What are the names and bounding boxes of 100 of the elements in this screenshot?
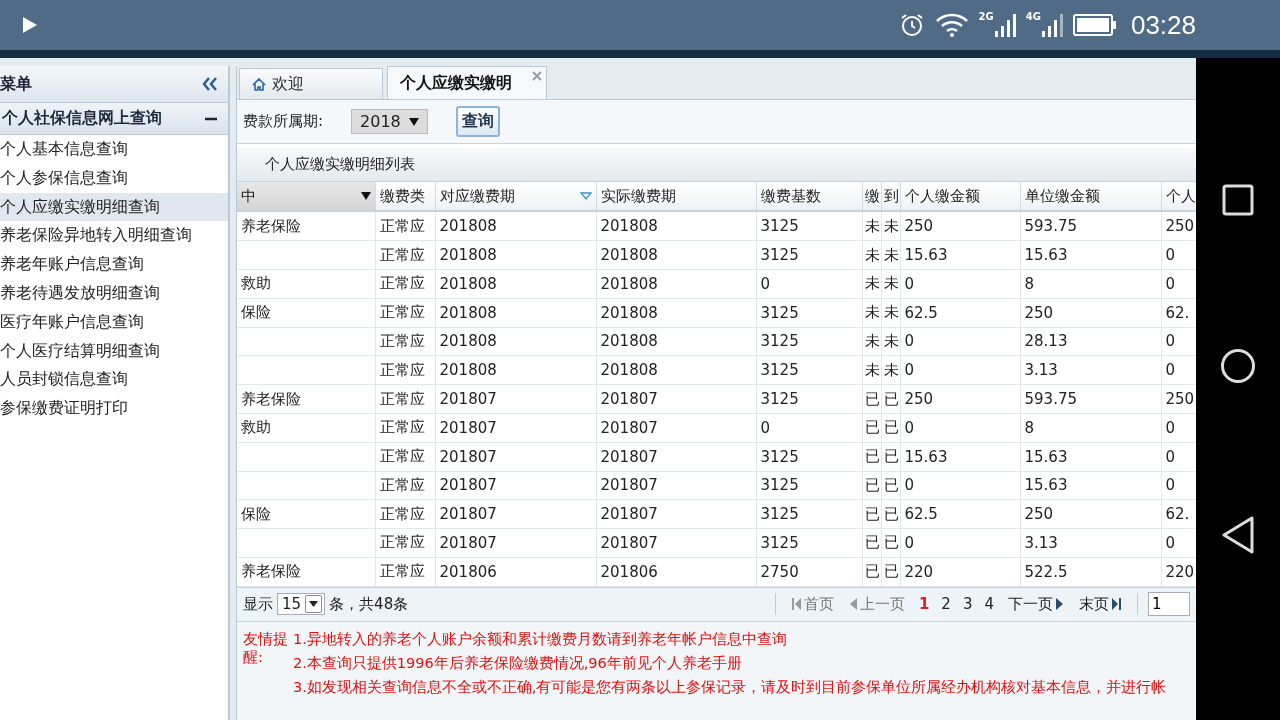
table-cell: 未 xyxy=(864,216,880,235)
menu-item[interactable]: 医疗年账户信息查询 xyxy=(0,307,228,337)
table-cell: 未 xyxy=(883,274,899,293)
table-cell: 201807 xyxy=(600,505,658,524)
page-number-link[interactable]: 4 xyxy=(984,595,994,614)
sidebar-title: 菜单 xyxy=(0,73,32,95)
table-cell: 0 xyxy=(1165,274,1176,293)
table-cell: 正常应 xyxy=(379,533,425,552)
tab[interactable]: 个人应缴实缴明 xyxy=(387,66,547,99)
column-header[interactable]: 个人缴金额 xyxy=(900,182,1020,212)
table-cell: 正常应 xyxy=(379,418,425,437)
table-cell: 15.63 xyxy=(1024,246,1068,264)
table-cell: 未 xyxy=(864,331,880,350)
table-cell: 正常应 xyxy=(379,360,425,379)
menu-item[interactable]: 人员封锁信息查询 xyxy=(0,365,228,395)
table-cell: 0 xyxy=(1165,476,1176,495)
page-input-field[interactable]: 1 xyxy=(1148,592,1190,617)
table-cell: 正常应 xyxy=(379,331,425,350)
menu-item[interactable]: 个人参保信息查询 xyxy=(0,163,228,193)
table-cell: 3125 xyxy=(760,534,799,552)
last-page-link[interactable]: 末页 xyxy=(1079,594,1121,614)
table-cell: 220 xyxy=(1165,562,1195,581)
back-icon[interactable] xyxy=(1221,516,1255,554)
clock-time: 03:28 xyxy=(1130,9,1196,41)
table-cell: 未 xyxy=(864,360,880,379)
table-cell: 28.13 xyxy=(1024,332,1068,351)
table-cell: 250 xyxy=(1165,217,1195,236)
query-button[interactable]: 查询 xyxy=(455,106,500,138)
menu-item[interactable]: 养老保险异地转入明细查询 xyxy=(0,221,228,251)
table-cell: 养老保险 xyxy=(241,562,301,581)
notice-text: 1.异地转入的养老个人账户余额和累计缴费月数请到养老年帐户信息中查询 xyxy=(293,629,788,648)
left-triangle-icon xyxy=(849,598,857,611)
table-cell: 3125 xyxy=(760,217,799,236)
column-header[interactable]: 个人 xyxy=(1161,182,1196,212)
table-cell: 3.13 xyxy=(1024,361,1058,380)
table-cell: 0 xyxy=(1165,361,1176,380)
page-number-link[interactable]: 1 xyxy=(918,595,930,614)
menu-item[interactable]: 养老待遇发放明细查询 xyxy=(0,279,228,308)
table-cell: 201807 xyxy=(600,476,658,495)
column-header[interactable]: 中 xyxy=(237,182,375,212)
menu-item[interactable]: 个人应缴实缴明细查询 xyxy=(0,192,228,222)
table-cell: 201808 xyxy=(439,274,497,293)
column-header[interactable]: 缴费基数 xyxy=(756,182,862,212)
table-cell: 8 xyxy=(1024,274,1035,293)
table-cell: 已 xyxy=(883,533,899,552)
network-label: 4G xyxy=(1025,11,1041,22)
table-cell: 0 xyxy=(1165,246,1176,264)
table-cell: 保险 xyxy=(241,504,271,523)
network-label: 2G xyxy=(978,11,994,22)
table-cell: 250 xyxy=(1024,303,1054,322)
table-cell: 250 xyxy=(1165,390,1195,408)
signal-icon xyxy=(993,13,1016,37)
tab[interactable]: 欢迎 xyxy=(239,68,383,99)
menu-item[interactable]: 个人医疗结算明细查询 xyxy=(0,336,228,366)
table-cell: 养老保险 xyxy=(241,216,301,235)
table-cell: 未 xyxy=(864,303,880,322)
table-cell: 201807 xyxy=(600,418,658,437)
column-header[interactable]: 对应缴费期 xyxy=(435,182,596,212)
table-cell: 3125 xyxy=(760,476,799,495)
table-cell: 522.5 xyxy=(1024,562,1068,581)
recent-apps-icon[interactable] xyxy=(1222,184,1254,216)
right-triangle-icon xyxy=(1056,598,1063,611)
first-page-link[interactable]: 首页 xyxy=(791,594,834,614)
column-header[interactable]: 实际缴费期 xyxy=(596,182,756,212)
page-size-dropdown[interactable]: 15 xyxy=(277,593,326,616)
column-header[interactable]: 单位缴金额 xyxy=(1020,182,1161,212)
table-cell: 3125 xyxy=(760,332,799,351)
menu-item[interactable]: 养老年账户信息查询 xyxy=(0,250,228,279)
close-icon[interactable] xyxy=(532,71,542,81)
last-page-icon xyxy=(1112,598,1121,611)
menu-item[interactable]: 个人基本信息查询 xyxy=(0,135,228,164)
table-cell: 正常应 xyxy=(379,447,425,466)
table-cell: 未 xyxy=(864,274,880,293)
table-cell: 已 xyxy=(864,562,880,581)
table-cell: 0 xyxy=(1165,447,1176,466)
table-cell: 养老保险 xyxy=(241,389,301,408)
table-cell: 201807 xyxy=(600,390,658,408)
table-title: 个人应缴实缴明细列表 xyxy=(265,155,415,175)
table-cell: 3125 xyxy=(760,390,799,408)
table-cell: 201807 xyxy=(439,390,497,408)
next-page-link[interactable]: 下一页 xyxy=(1008,594,1063,614)
home-icon[interactable] xyxy=(1220,348,1256,384)
table-cell: 救助 xyxy=(241,274,271,293)
table-cell: 3125 xyxy=(760,246,799,264)
collapse-icon[interactable] xyxy=(202,77,218,91)
table-cell: 201807 xyxy=(439,418,497,437)
column-header[interactable]: 缴费类 xyxy=(375,182,435,212)
table-cell: 201807 xyxy=(439,447,497,466)
page-number-link[interactable]: 2 xyxy=(941,595,951,614)
menu-item[interactable]: 参保缴费证明打印 xyxy=(0,394,228,423)
table-cell: 保险 xyxy=(241,303,271,322)
table-cell: 3.13 xyxy=(1024,534,1058,552)
page-number-link[interactable]: 3 xyxy=(962,595,973,614)
table-cell: 已 xyxy=(883,389,899,408)
table-cell: 正常应 xyxy=(379,504,425,523)
year-dropdown[interactable]: 2018 xyxy=(351,109,428,135)
table-cell: 正常应 xyxy=(379,303,425,322)
previous-page-link[interactable]: 上一页 xyxy=(849,594,905,614)
table-cell: 201807 xyxy=(600,534,658,552)
table-cell: 201808 xyxy=(600,274,658,293)
